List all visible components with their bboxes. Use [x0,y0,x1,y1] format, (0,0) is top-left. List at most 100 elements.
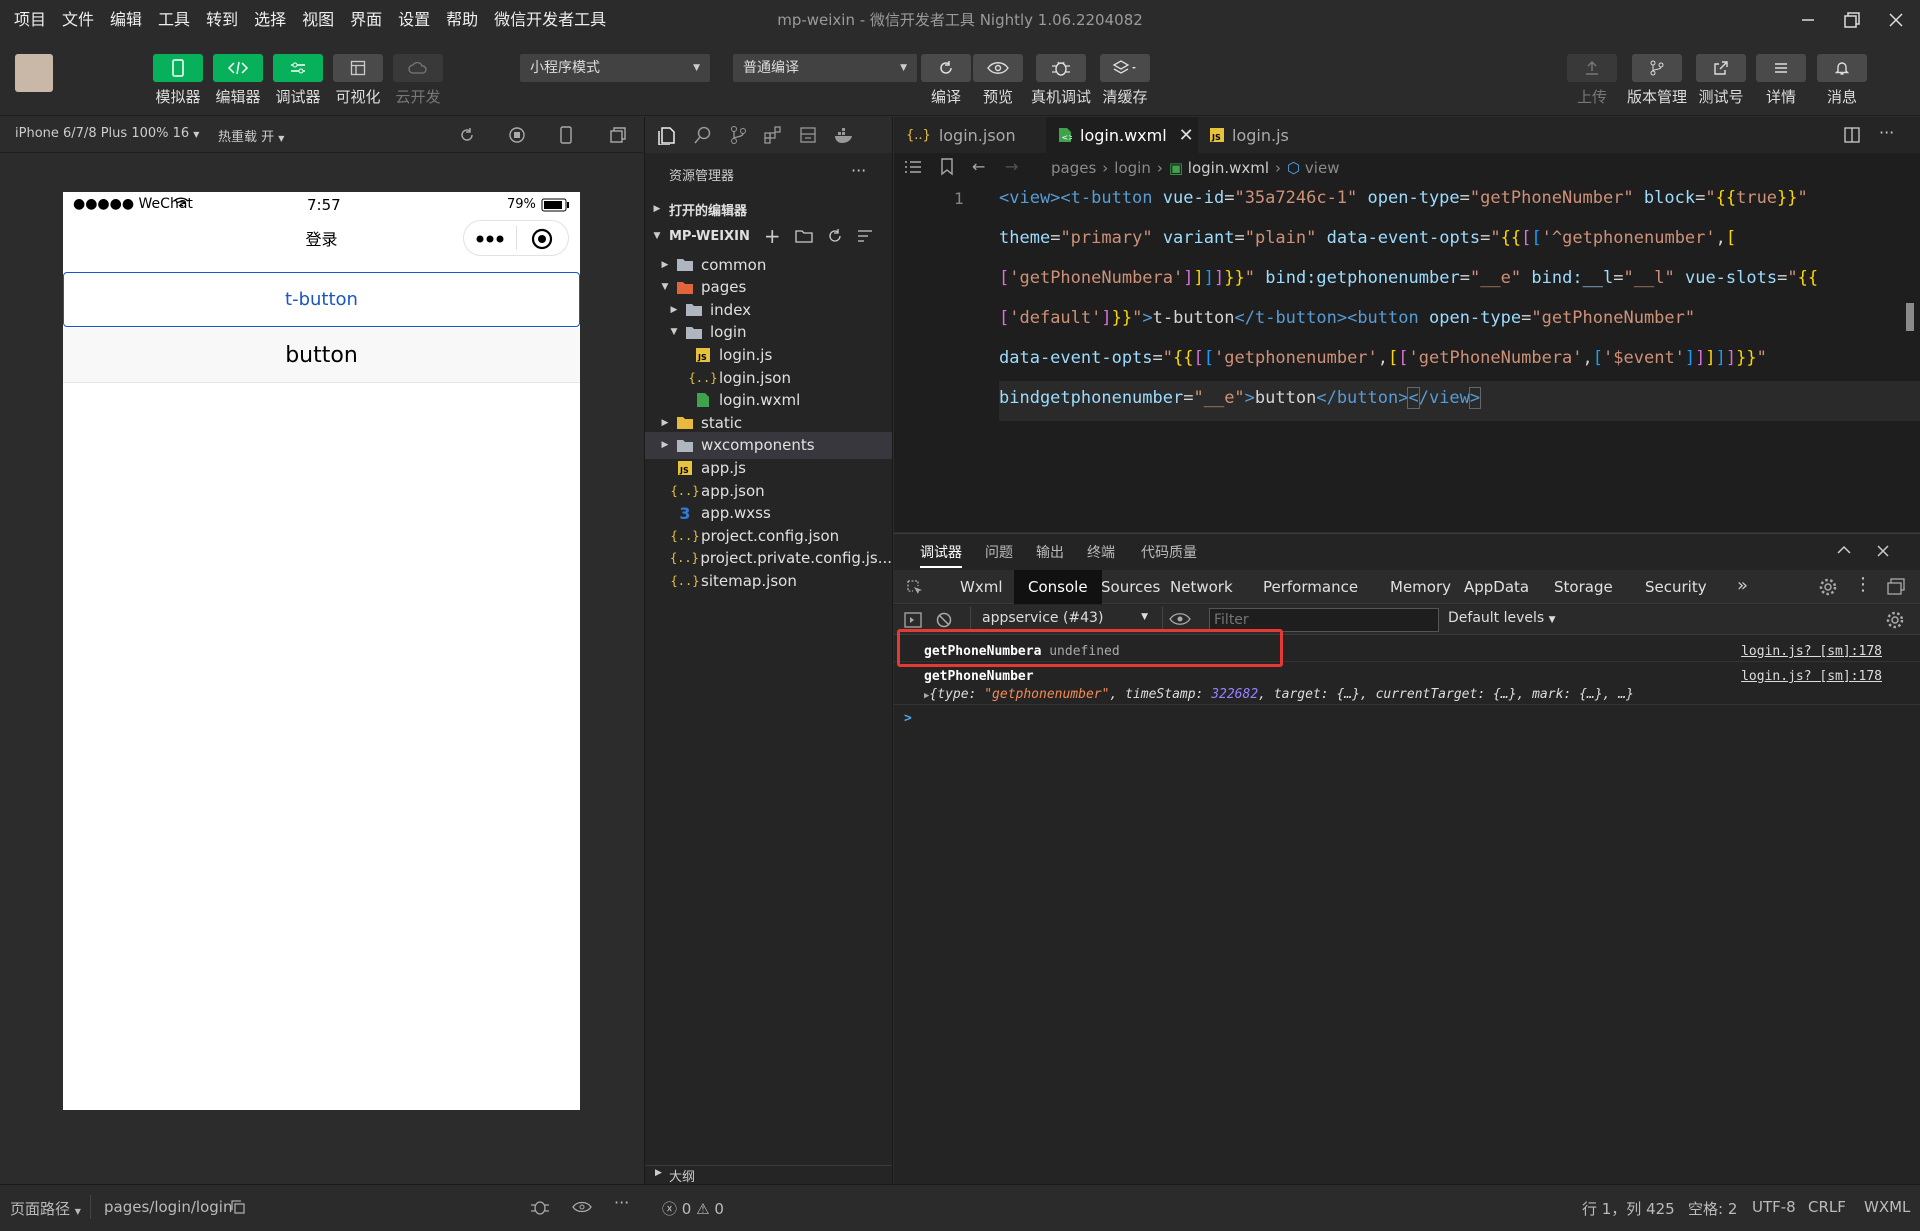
line-ending[interactable]: CRLF [1808,1198,1846,1216]
menu-item[interactable]: 微信开发者工具 [486,0,614,40]
test-account-button[interactable] [1696,54,1746,82]
dock-icon[interactable] [1887,578,1905,596]
bug-icon[interactable] [530,1198,550,1216]
scrollbar-thumb[interactable] [1906,303,1914,331]
devtools-tab-storage[interactable]: Storage [1540,570,1627,604]
levels-select[interactable]: Default levels ▼ [1448,610,1556,626]
source-control-icon[interactable] [728,125,748,145]
bookmark-icon[interactable] [940,158,954,176]
phone-icon[interactable] [559,126,573,144]
forward-arrow-icon[interactable]: → [1005,157,1018,176]
cursor-position[interactable]: 行 1，列 425 [1582,1198,1675,1219]
tab-problems[interactable]: 问题 [985,542,1013,562]
refresh-icon[interactable] [827,228,843,244]
devtools-tab-appdata[interactable]: AppData [1450,570,1543,604]
debugger-toggle[interactable] [273,54,323,82]
maximize-button[interactable] [1830,0,1874,40]
close-panel-icon[interactable] [1877,545,1889,557]
compile-button[interactable] [921,54,971,82]
more-tabs-icon[interactable]: » [1737,575,1748,596]
code-line[interactable]: theme="primary" variant="plain" data-eve… [999,220,1736,256]
search-icon[interactable] [693,125,713,145]
storage-icon[interactable] [798,125,818,145]
breadcrumb-item[interactable]: login [1114,159,1151,177]
code-line[interactable]: ['getPhoneNumbera']]]]}}" bind:getphonen… [999,260,1818,296]
close-window-button[interactable] [1874,0,1918,40]
menu-item[interactable]: 转到 [198,0,246,40]
device-select[interactable]: iPhone 6/7/8 Plus 100% 16 ▼ [15,126,199,141]
code-line[interactable]: ['default']}}">t-button</t-button><butto… [999,300,1695,336]
simulator-toggle[interactable] [153,54,203,82]
chevron-up-icon[interactable] [1837,545,1851,555]
preview-button[interactable] [973,54,1023,82]
hot-reload-select[interactable]: 热重载 开 ▼ [218,126,284,145]
avatar[interactable] [15,54,53,92]
inspect-element-icon[interactable] [906,579,924,597]
mode-select[interactable]: 小程序模式 ▼ [520,54,710,82]
more-actions-icon[interactable]: ··· [614,1193,629,1212]
real-debug-button[interactable] [1036,54,1086,82]
copy-icon[interactable] [231,1200,245,1214]
back-arrow-icon[interactable]: ← [972,157,985,176]
source-link[interactable]: login.js? [sm]:178 [1741,669,1882,684]
phone-button[interactable]: button [63,328,580,383]
capsule-menu[interactable] [463,220,569,256]
menu-item[interactable]: 编辑 [102,0,150,40]
sidebar-toggle-icon[interactable] [904,612,922,628]
breadcrumb-item[interactable]: login.wxml [1188,159,1269,177]
language-mode[interactable]: WXML [1864,1198,1910,1216]
tab-code-quality[interactable]: 代码质量 [1141,542,1197,562]
encoding[interactable]: UTF-8 [1752,1198,1796,1216]
close-tab-icon[interactable]: ✕ [1179,125,1194,146]
kebab-menu-icon[interactable]: ⋮ [1854,574,1872,595]
t-button[interactable]: t-button [63,272,580,327]
code-line[interactable]: data-event-opts="{{[['getphonenumber',[[… [999,340,1767,376]
tab-login-wxml[interactable]: <> login.wxml ✕ [1046,117,1198,153]
source-link[interactable]: login.js? [sm]:178 [1741,644,1882,659]
version-button[interactable] [1632,54,1682,82]
menu-item[interactable]: 界面 [342,0,390,40]
upload-button[interactable] [1567,54,1617,82]
stop-icon[interactable] [508,126,526,144]
outline-section[interactable]: ▶ 大纲 [645,1165,892,1185]
new-folder-icon[interactable] [794,229,813,243]
tab-debugger[interactable]: 调试器 [920,542,962,568]
eye-icon[interactable] [1169,612,1191,626]
gear-icon[interactable] [1886,611,1904,629]
tab-login-js[interactable]: JS login.js [1198,117,1343,153]
popout-icon[interactable] [609,126,627,144]
minimize-button[interactable] [1786,0,1830,40]
console-prompt[interactable]: > [904,711,912,726]
list-icon[interactable] [904,159,922,175]
project-section[interactable]: ▼ MP-WEIXIN + [645,224,892,248]
more-actions-icon[interactable]: ··· [851,161,866,180]
tree-item-sitemap-json[interactable]: {..} sitemap.json [645,567,892,594]
code-line[interactable]: <view><t-button vue-id="35a7246c-1" open… [999,180,1808,216]
open-editors-section[interactable]: ▶ 打开的编辑器 [645,197,892,221]
collapse-all-icon[interactable] [857,229,873,243]
tab-terminal[interactable]: 终端 [1087,542,1115,562]
visual-toggle[interactable] [333,54,383,82]
menu-item[interactable]: 帮助 [438,0,486,40]
devtools-tab-network[interactable]: Network [1156,570,1247,604]
menu-item[interactable]: 文件 [54,0,102,40]
extensions-icon[interactable] [763,125,783,145]
tab-output[interactable]: 输出 [1036,542,1064,562]
devtools-tab-wxml[interactable]: Wxml [946,570,1017,604]
more-actions-icon[interactable]: ··· [1879,123,1894,142]
eye-icon[interactable] [572,1201,592,1213]
new-file-icon[interactable]: + [764,224,781,248]
page-path-select[interactable]: 页面路径 ▼ [10,1198,81,1219]
tab-login-json[interactable]: {..} login.json [894,117,1046,153]
breadcrumb-item[interactable]: pages [1051,159,1096,177]
devtools-tab-performance[interactable]: Performance [1249,570,1372,604]
devtools-tab-security[interactable]: Security [1631,570,1721,604]
menu-item[interactable]: 视图 [294,0,342,40]
compile-select[interactable]: 普通编译 ▼ [733,54,917,82]
close-miniprogram-icon[interactable] [531,228,553,250]
breadcrumb-item[interactable]: view [1305,159,1340,177]
problems-indicator[interactable]: ⓧ 0 ⚠ 0 [662,1198,724,1219]
event-object[interactable]: ▶{type: "getphonenumber", timeStamp: 322… [924,687,1634,702]
context-select[interactable]: appservice (#43) ▼ [982,610,1148,626]
code-line[interactable]: bindgetphonenumber="__e">button</button>… [999,380,1482,416]
